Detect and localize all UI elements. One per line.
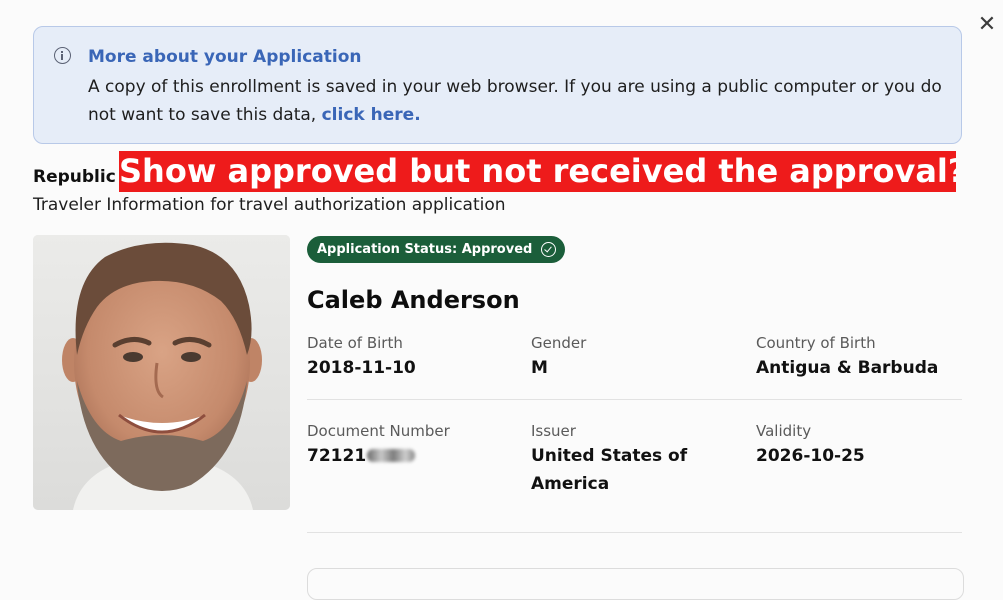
country-of-birth-value: Antigua & Barbuda	[756, 358, 939, 378]
traveler-portrait	[33, 235, 290, 510]
validity-value: 2026-10-25	[756, 446, 865, 466]
document-number-label: Document Number	[307, 422, 450, 440]
notice-title: More about your Application	[88, 47, 362, 67]
country-of-birth-label: Country of Birth	[756, 334, 876, 352]
dob-label: Date of Birth	[307, 334, 403, 352]
close-icon[interactable]: ✕	[976, 12, 998, 38]
republic-label: Republic	[33, 167, 116, 187]
click-here-link[interactable]: click here.	[322, 105, 421, 125]
status-badge: Application Status: Approved	[307, 236, 566, 263]
overlay-banner: Show approved but not received the appro…	[119, 151, 956, 192]
dob-value: 2018-11-10	[307, 358, 416, 378]
next-section-card	[307, 568, 964, 600]
redaction-blur	[367, 449, 416, 462]
issuer-value: United States of America	[531, 446, 688, 494]
traveler-photo	[33, 235, 290, 510]
issuer-label: Issuer	[531, 422, 576, 440]
notice-text: A copy of this enrollment is saved in yo…	[88, 77, 942, 125]
page-subtitle: Traveler Information for travel authoriz…	[33, 195, 506, 215]
document-number-text: 72121	[307, 446, 367, 466]
divider	[307, 532, 962, 533]
divider	[307, 399, 962, 400]
gender-value: M	[531, 358, 548, 378]
status-badge-label: Application Status: Approved	[317, 242, 533, 257]
validity-label: Validity	[756, 422, 812, 440]
notice-body: A copy of this enrollment is saved in yo…	[88, 74, 956, 129]
info-circle-icon	[54, 47, 71, 64]
document-number-value: 72121	[307, 442, 416, 470]
check-circle-icon	[541, 242, 557, 257]
traveler-name: Caleb Anderson	[307, 286, 520, 314]
gender-label: Gender	[531, 334, 587, 352]
